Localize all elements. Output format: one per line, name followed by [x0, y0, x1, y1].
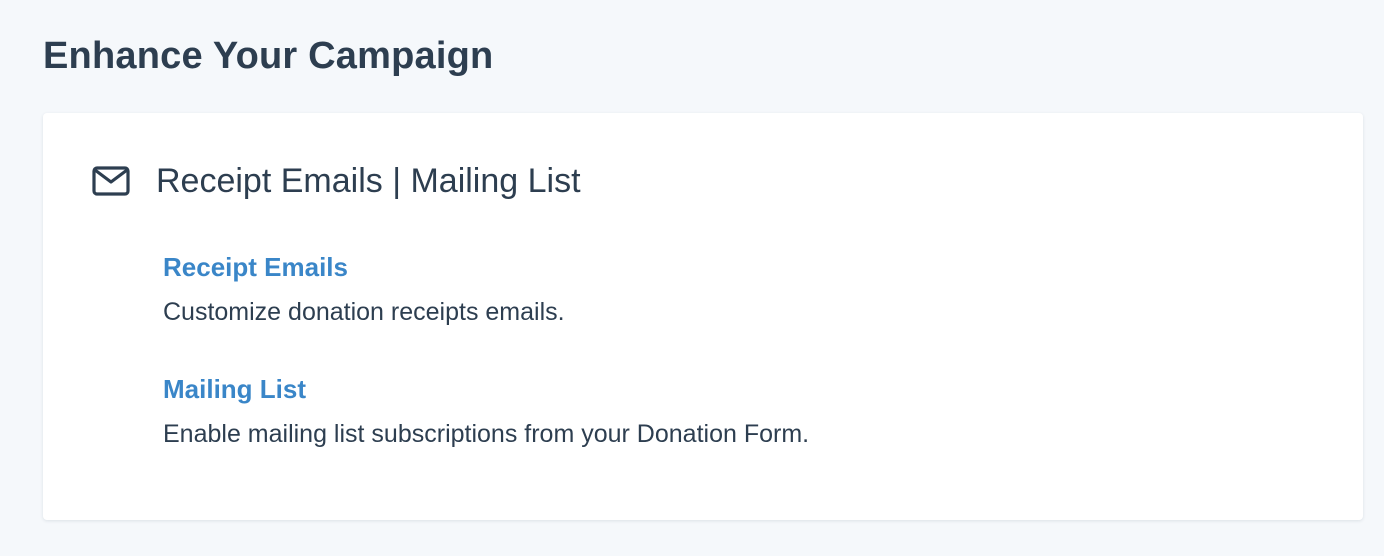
mail-icon: [91, 161, 131, 201]
receipt-emails-link[interactable]: Receipt Emails: [163, 249, 565, 285]
card-header: Receipt Emails | Mailing List: [91, 159, 581, 203]
card-title: Receipt Emails | Mailing List: [156, 162, 581, 200]
mailing-list-description: Enable mailing list subscriptions from y…: [163, 420, 810, 448]
receipt-emails-description: Customize donation receipts emails.: [163, 298, 565, 326]
mailing-list-item: Mailing List Enable mailing list subscri…: [163, 371, 809, 452]
page-title: Enhance Your Campaign: [43, 35, 494, 77]
receipt-emails-item: Receipt Emails Customize donation receip…: [163, 249, 565, 330]
enhancement-card: Receipt Emails | Mailing List Receipt Em…: [43, 113, 1363, 520]
mailing-list-link[interactable]: Mailing List: [163, 371, 809, 407]
